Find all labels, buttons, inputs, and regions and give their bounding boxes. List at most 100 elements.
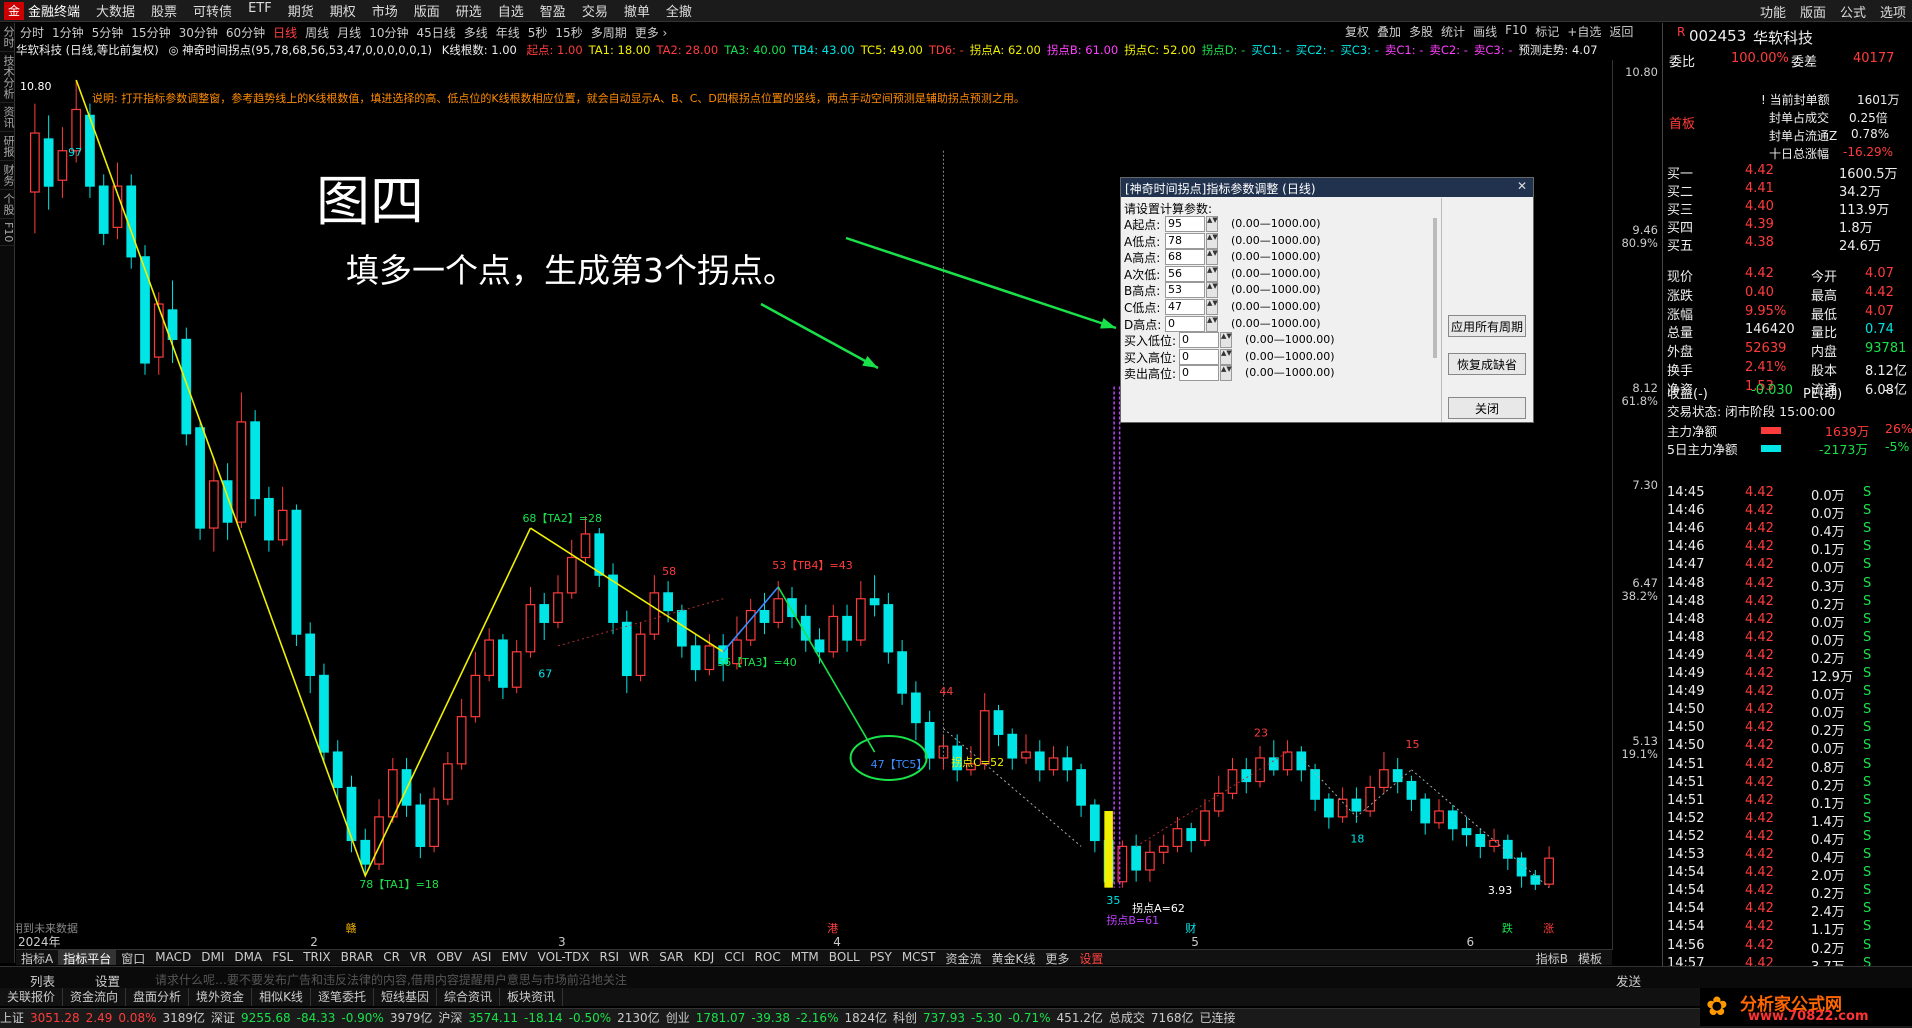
info-tab[interactable]: 综合资讯 [437,988,500,1006]
period-tab[interactable]: 1分钟 [48,24,88,41]
period-tab[interactable]: 多周期 [587,24,631,41]
menu-item[interactable]: 撤单 [624,1,650,20]
tool-button[interactable]: 画线 [1473,23,1497,40]
spinner-icon[interactable]: ▲▼ [1206,216,1218,232]
menu-item[interactable]: 智盈 [540,1,566,20]
indicator-tab[interactable]: MCST [897,950,941,965]
indicator-tab[interactable]: 设置 [1074,950,1108,966]
indicator-tab[interactable]: VOL-TDX [533,950,595,965]
menu-item[interactable]: 交易 [582,1,608,20]
spinner-icon[interactable]: ▲▼ [1206,232,1218,249]
left-tab[interactable]: 财务 [0,161,15,190]
menu-item[interactable]: 版面 [414,1,440,20]
indicator-tab[interactable]: DMI [196,950,229,965]
info-tab[interactable]: 关联报价 [0,988,64,1006]
info-tab[interactable]: 境外资金 [189,988,253,1006]
menu-item[interactable]: 研选 [456,1,482,20]
left-tab[interactable]: 研报 [0,132,15,161]
period-tab[interactable]: 30分钟 [175,24,222,41]
restore-default-button[interactable]: 恢复成缺省 [1448,353,1526,375]
tool-button[interactable]: 返回 [1609,23,1633,40]
spinner-icon[interactable]: ▲▼ [1206,249,1218,266]
left-tab[interactable]: F10 [0,219,15,247]
tool-button[interactable]: 统计 [1441,23,1465,40]
spinner-icon[interactable]: ▲▼ [1220,365,1232,382]
right-menu-item[interactable]: 功能 [1760,2,1786,21]
indicator-tab[interactable]: CR [378,950,405,965]
close-button[interactable]: 关闭 [1448,397,1526,419]
param-input[interactable]: 53 [1165,282,1205,299]
spinner-icon[interactable]: ▲▼ [1206,315,1218,332]
left-tab[interactable]: 分时 [0,23,15,52]
indicator-tab[interactable]: 更多 [1040,950,1074,966]
tool-button[interactable]: 叠加 [1377,23,1401,40]
info-tab[interactable]: 相似K线 [252,988,311,1006]
info-tab[interactable]: 逐笔委托 [311,988,374,1006]
indicator-tab[interactable]: EMV [496,950,532,965]
menu-item[interactable]: 大数据 [96,1,135,20]
period-tab[interactable]: 年线 [492,24,524,41]
info-tab[interactable]: 资金流向 [63,988,127,1006]
indicator-tab[interactable]: BOLL [824,950,865,965]
close-icon[interactable]: ✕ [1517,179,1527,193]
period-tab[interactable]: 分时 [16,24,48,41]
indicator-tab[interactable]: DMA [229,950,267,965]
spinner-icon[interactable]: ▲▼ [1220,332,1232,349]
param-input[interactable]: 47 [1165,299,1205,315]
param-input[interactable]: 78 [1165,232,1205,249]
right-menu-item[interactable]: 版面 [1800,2,1826,21]
indicator-tab[interactable]: FSL [267,950,298,965]
info-tab[interactable]: 盘面分析 [126,988,190,1006]
param-input[interactable]: 95 [1165,216,1205,232]
indicator-tab[interactable]: TRIX [298,950,335,965]
param-input[interactable]: 68 [1165,249,1205,266]
indicator-tab[interactable]: 指标B [1531,950,1573,966]
spinner-icon[interactable]: ▲▼ [1206,265,1218,282]
period-tab[interactable]: 多线 [460,24,492,41]
apply-all-periods-button[interactable]: 应用所有周期 [1448,315,1526,337]
spinner-icon[interactable]: ▲▼ [1206,282,1218,299]
dialog-scrollbar[interactable] [1433,218,1437,358]
menu-item[interactable]: 全撤 [666,1,692,20]
indicator-tab[interactable]: SAR [654,950,688,965]
period-tab[interactable]: 月线 [333,24,365,41]
period-tab[interactable]: 5秒 [524,24,552,41]
period-tab[interactable]: 周线 [301,24,333,41]
indicator-tab[interactable]: PSY [865,950,897,965]
tool-button[interactable]: 标记 [1535,23,1559,40]
tool-button[interactable]: 多股 [1409,23,1433,40]
menu-item[interactable]: 市场 [372,1,398,20]
indicator-tab[interactable]: MTM [786,950,824,965]
indicator-tab[interactable]: ROC [750,950,786,965]
indicator-tab[interactable]: 黄金K线 [987,950,1041,966]
period-tab[interactable]: 5分钟 [88,24,128,41]
menu-item[interactable]: 期货 [288,1,314,20]
menu-item[interactable]: ETF [248,1,272,20]
indicator-tab[interactable]: RSI [595,950,625,965]
param-input[interactable]: 0 [1165,315,1205,332]
param-input[interactable]: 0 [1179,332,1219,349]
menu-item[interactable]: 可转债 [193,1,232,20]
right-menu-item[interactable]: 选项 [1880,2,1906,21]
param-input[interactable]: 0 [1179,348,1219,365]
info-tab[interactable]: 短线基因 [374,988,437,1006]
indicator-tab[interactable]: 窗口 [116,950,150,966]
menu-item[interactable]: 期权 [330,1,356,20]
left-tab[interactable]: 技术分析 [0,52,15,103]
indicator-tab[interactable]: VR [405,950,432,965]
tool-button[interactable]: +自选 [1567,23,1601,40]
spinner-icon[interactable]: ▲▼ [1220,348,1232,365]
indicator-tab[interactable]: ASI [467,950,496,965]
period-tab[interactable]: 15分钟 [127,24,174,41]
formula-label[interactable]: ◎ 神奇时间拐点(95,78,68,56,53,47,0,0,0,0,0,1) [168,43,432,57]
left-tab[interactable]: 资讯 [0,103,15,132]
indicator-tab[interactable]: MACD [150,950,196,965]
indicator-tab[interactable]: 模板 [1573,950,1607,966]
indicator-tab[interactable]: BRAR [336,950,379,965]
period-tab[interactable]: 10分钟 [365,24,412,41]
param-input[interactable]: 56 [1165,265,1205,282]
param-input[interactable]: 0 [1179,365,1219,382]
tool-button[interactable]: 复权 [1345,23,1369,40]
period-tab[interactable]: 60分钟 [222,24,269,41]
spinner-icon[interactable]: ▲▼ [1206,299,1218,315]
